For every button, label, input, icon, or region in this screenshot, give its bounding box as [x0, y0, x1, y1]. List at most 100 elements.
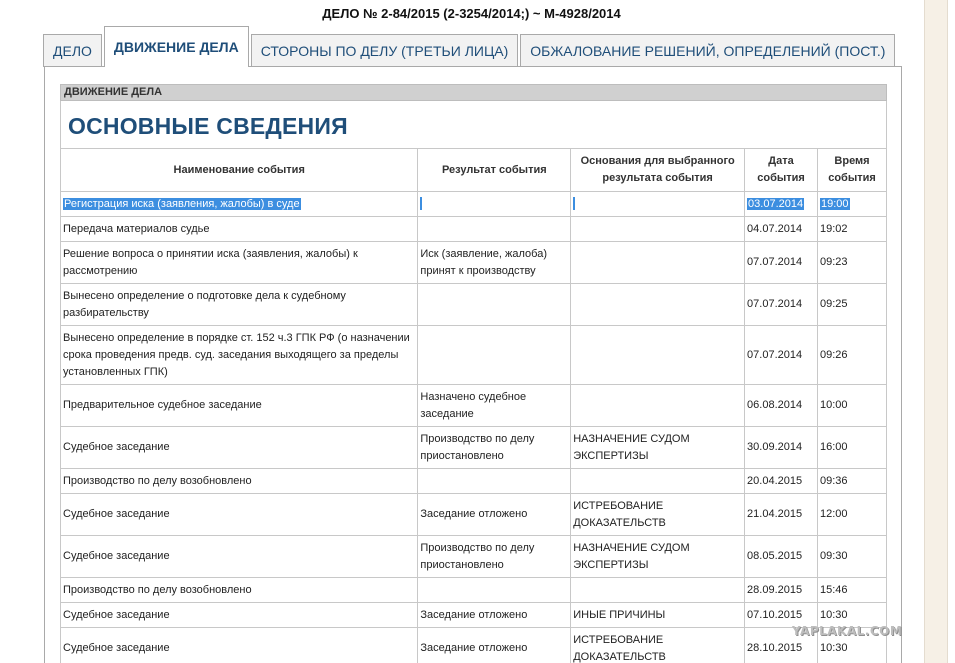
- page: ДЕЛО № 2-84/2015 (2-3254/2014;) ~ М-4928…: [0, 0, 925, 663]
- table-row[interactable]: Предварительное судебное заседание Назнач…: [59, 384, 887, 427]
- table-row[interactable]: Производство по делу возобновлено 28.09.2…: [59, 577, 887, 603]
- cell-result: Производство по делу приостановлено: [417, 535, 572, 578]
- cell-basis: [570, 191, 746, 217]
- selection-marker: [420, 197, 423, 211]
- cell-event: Судебное заседание: [59, 627, 419, 663]
- cell-event: Решение вопроса о принятии иска (заявлен…: [59, 241, 419, 284]
- cell-result-text: Иск (заявление, жалоба) принят к произво…: [420, 247, 547, 277]
- cell-date-text: 07.10.2015: [747, 608, 803, 621]
- cell-date-text: 06.08.2014: [747, 399, 803, 411]
- cell-event: Судебное заседание: [59, 602, 419, 628]
- cell-date-text: 07.07.2014: [747, 256, 803, 268]
- cell-time: 09:30: [817, 535, 887, 578]
- cell-result: Заседание отложено: [417, 627, 572, 663]
- cell-time: 15:46: [817, 577, 887, 603]
- cell-time: 09:36: [817, 468, 887, 494]
- cell-basis: НАЗНАЧЕНИЕ СУДОМ ЭКСПЕРТИЗЫ: [570, 426, 746, 469]
- cell-event: Судебное заседание: [59, 426, 419, 469]
- table-row[interactable]: Судебное заседание Заседание отложено ИСТР…: [59, 493, 887, 536]
- cell-result-text: Производство по делу приостановлено: [420, 541, 535, 571]
- cell-basis-text: НАЗНАЧЕНИЕ СУДОМ ЭКСПЕРТИЗЫ: [573, 432, 690, 462]
- cell-result: [417, 325, 572, 385]
- cell-date: 08.05.2015: [744, 535, 819, 578]
- table-row[interactable]: Судебное заседание Производство по делу п…: [59, 426, 887, 469]
- cell-date-text: 20.04.2015: [747, 474, 803, 487]
- cell-result-text: Заседание отложено: [420, 608, 528, 621]
- cell-time-text: 10:30: [820, 608, 848, 621]
- cell-date-text: 28.10.2015: [747, 642, 803, 654]
- cell-result: Заседание отложено: [417, 493, 572, 536]
- selection-marker: [573, 197, 576, 211]
- cell-date-text: 21.04.2015: [747, 508, 803, 520]
- table-row[interactable]: Производство по делу возобновлено 20.04.2…: [59, 468, 887, 494]
- cell-date: 04.07.2014: [744, 216, 819, 242]
- table-header-row: Наименование события Результат события О…: [59, 148, 887, 192]
- cell-date: 28.09.2015: [744, 577, 819, 603]
- cell-basis: НАЗНАЧЕНИЕ СУДОМ ЭКСПЕРТИЗЫ: [570, 535, 746, 578]
- cell-result: Заседание отложено: [417, 602, 572, 628]
- cell-event-text: Вынесено определение в порядке ст. 152 ч…: [63, 331, 410, 378]
- cell-time: 19:02: [817, 216, 887, 242]
- cell-time: 10:00: [817, 384, 887, 427]
- tab-bar: ДЕЛО ДВИЖЕНИЕ ДЕЛА СТОРОНЫ ПО ДЕЛУ (ТРЕТ…: [43, 26, 897, 67]
- tab-parties[interactable]: СТОРОНЫ ПО ДЕЛУ (ТРЕТЬИ ЛИЦА): [250, 34, 519, 67]
- column-header-result: Результат события: [417, 148, 572, 192]
- cell-time: 09:26: [817, 325, 887, 385]
- cell-time: 09:23: [817, 241, 887, 284]
- cell-result: Назначено судебное заседание: [417, 384, 572, 427]
- table-row[interactable]: Судебное заседание Производство по делу п…: [59, 535, 887, 578]
- cell-time-text: 09:23: [820, 256, 848, 268]
- section-header: ДВИЖЕНИЕ ДЕЛА: [60, 84, 887, 101]
- cell-time: 12:00: [817, 493, 887, 536]
- cell-result: [417, 191, 572, 217]
- cell-basis-text: ИСТРЕБОВАНИЕ ДОКАЗАТЕЛЬСТВ: [573, 499, 666, 529]
- table-row[interactable]: Передача материалов судье 04.07.2014 19:02: [59, 216, 887, 242]
- cell-event: Судебное заседание: [59, 535, 419, 578]
- cell-time: 09:25: [817, 283, 887, 326]
- cell-result: [417, 468, 572, 494]
- cell-date-text: 28.09.2015: [747, 583, 803, 596]
- cell-time-text: 12:00: [820, 508, 848, 520]
- cell-event: Вынесено определение о подготовке дела к…: [59, 283, 419, 326]
- cell-basis-text: ИНЫЕ ПРИЧИНЫ: [573, 608, 666, 621]
- table-row[interactable]: Регистрация иска (заявления, жалобы) в с…: [59, 191, 887, 217]
- tab-appeals[interactable]: ОБЖАЛОВАНИЕ РЕШЕНИЙ, ОПРЕДЕЛЕНИЙ (ПОСТ.): [520, 34, 896, 67]
- case-title: ДЕЛО № 2-84/2015 (2-3254/2014;) ~ М-4928…: [322, 6, 621, 21]
- cell-event: Передача материалов судье: [59, 216, 419, 242]
- cell-basis: [570, 325, 746, 385]
- cell-event-text: Регистрация иска (заявления, жалобы) в с…: [63, 197, 301, 210]
- cell-date-text: 03.07.2014: [747, 197, 805, 210]
- cell-event-text: Решение вопроса о принятии иска (заявлен…: [63, 247, 358, 277]
- cell-time: 19:00: [817, 191, 887, 217]
- cell-time-text: 10:00: [820, 399, 848, 411]
- table-row[interactable]: Вынесено определение в порядке ст. 152 ч…: [59, 325, 887, 385]
- cell-time-text: 16:00: [820, 441, 848, 453]
- cell-date: 07.07.2014: [744, 325, 819, 385]
- column-header-basis: Основания для выбранного результата собы…: [570, 148, 746, 192]
- cell-time-text: 09:25: [820, 298, 848, 310]
- cell-date: 07.07.2014: [744, 283, 819, 326]
- cell-time: 16:00: [817, 426, 887, 469]
- table-row[interactable]: Вынесено определение о подготовке дела к…: [59, 283, 887, 326]
- cell-date: 06.08.2014: [744, 384, 819, 427]
- cell-basis: [570, 283, 746, 326]
- cell-basis-text: НАЗНАЧЕНИЕ СУДОМ ЭКСПЕРТИЗЫ: [573, 541, 690, 571]
- cell-basis: ИСТРЕБОВАНИЕ ДОКАЗАТЕЛЬСТВ: [570, 627, 746, 663]
- tab-case-movement[interactable]: ДВИЖЕНИЕ ДЕЛА: [103, 26, 249, 67]
- table-row[interactable]: Судебное заседание Заседание отложено ИНЫЕ…: [59, 602, 887, 628]
- cell-event: Вынесено определение в порядке ст. 152 ч…: [59, 325, 419, 385]
- cell-result: Иск (заявление, жалоба) принят к произво…: [417, 241, 572, 284]
- watermark-logo: YAPLAKAL.COM: [792, 624, 903, 638]
- tab-case[interactable]: ДЕЛО: [43, 34, 102, 67]
- table-row[interactable]: Решение вопроса о принятии иска (заявлен…: [59, 241, 887, 284]
- cell-time-text: 15:46: [820, 583, 848, 596]
- cell-date-text: 07.07.2014: [747, 348, 803, 361]
- cell-date: 07.07.2014: [744, 241, 819, 284]
- cell-result: Производство по делу приостановлено: [417, 426, 572, 469]
- table-row[interactable]: Судебное заседание Заседание отложено ИСТР…: [59, 627, 887, 663]
- cell-result-text: Назначено судебное заседание: [420, 390, 527, 420]
- cell-basis: [570, 241, 746, 284]
- column-header-date: Дата события: [744, 148, 819, 192]
- cell-basis: [570, 384, 746, 427]
- cell-result: [417, 577, 572, 603]
